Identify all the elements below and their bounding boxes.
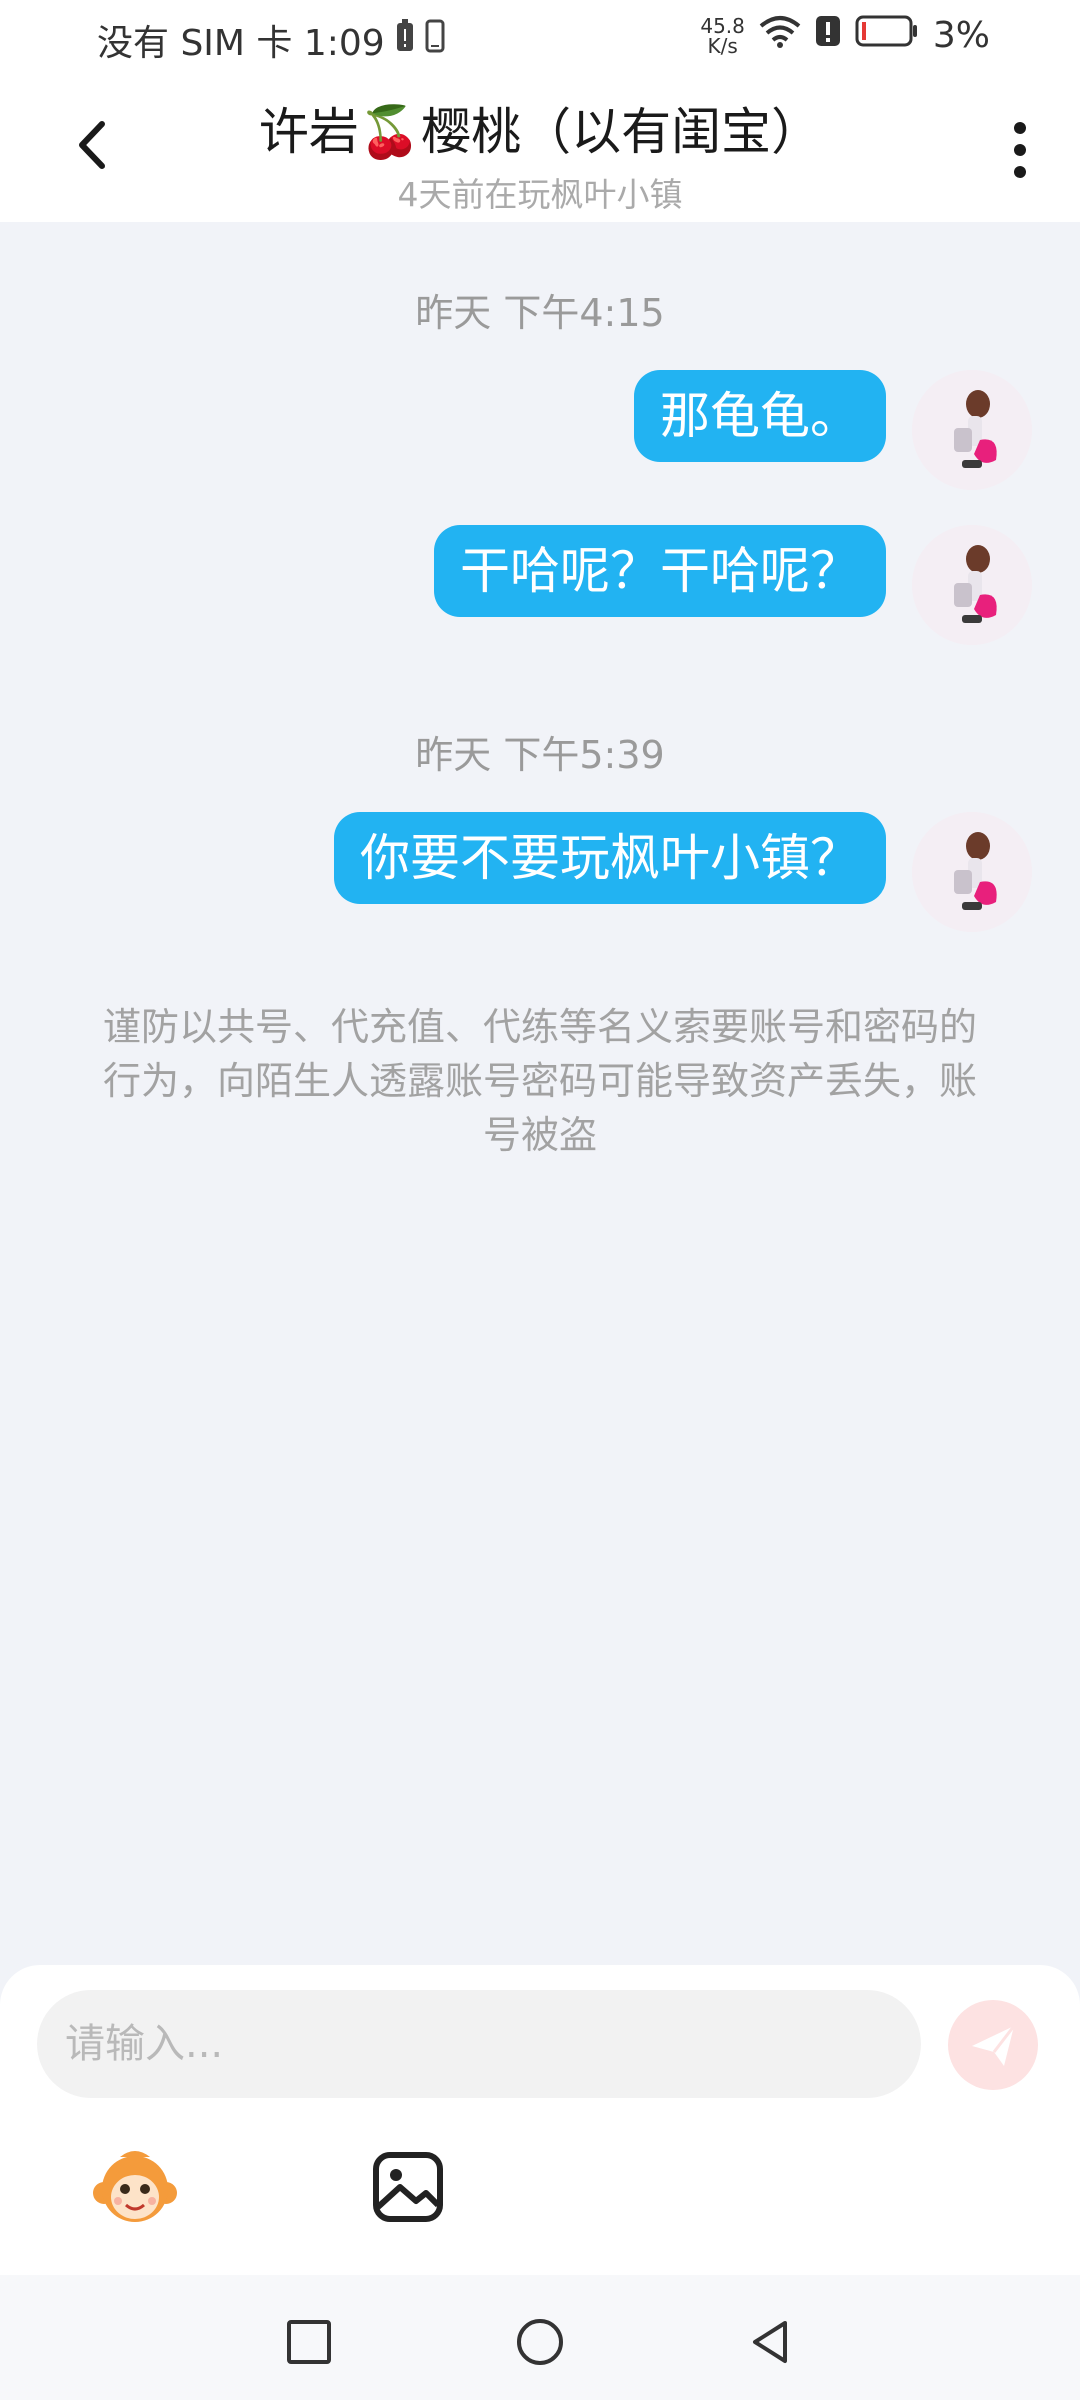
emoji-button[interactable] xyxy=(90,2145,180,2235)
message-row: 你要不要玩枫叶小镇？ xyxy=(334,812,1032,932)
composer-panel xyxy=(0,1965,1080,2275)
home-button[interactable] xyxy=(515,2317,565,2367)
square-icon xyxy=(287,2320,331,2364)
back-button[interactable] xyxy=(60,110,130,180)
status-right: 45.8 K/s 3% xyxy=(700,14,990,57)
title-area: 许岩🍒樱桃（以有闺宝） 4天前在玩枫叶小镇 xyxy=(160,92,920,216)
chat-header: 许岩🍒樱桃（以有闺宝） 4天前在玩枫叶小镇 xyxy=(0,80,1080,222)
image-icon xyxy=(373,2152,443,2222)
send-icon xyxy=(972,2025,1016,2066)
wifi-icon xyxy=(759,14,801,57)
speed-unit: K/s xyxy=(707,33,738,58)
contact-name: 许岩🍒樱桃（以有闺宝） xyxy=(258,103,822,161)
monkey-emoji-icon xyxy=(93,2151,177,2222)
circle-icon xyxy=(517,2319,563,2365)
carrier-time: 没有 SIM 卡 1:09 xyxy=(97,23,385,64)
recent-apps-button[interactable] xyxy=(284,2317,334,2367)
battery-alert-icon xyxy=(395,18,415,62)
message-input[interactable] xyxy=(37,1990,921,2098)
more-options-button[interactable] xyxy=(1000,115,1040,185)
message-row: 干哈呢？干哈呢？ xyxy=(434,525,1032,645)
message-bubble[interactable]: 你要不要玩枫叶小镇？ xyxy=(334,812,886,904)
avatar[interactable] xyxy=(912,370,1032,490)
status-left: 没有 SIM 卡 1:09 xyxy=(97,14,445,66)
message-bubble[interactable]: 干哈呢？干哈呢？ xyxy=(434,525,886,617)
speed-value: 45.8 xyxy=(700,13,745,38)
network-speed: 45.8 K/s xyxy=(700,16,745,56)
more-vertical-icon xyxy=(1014,122,1026,178)
triangle-back-icon xyxy=(753,2321,787,2363)
status-bar: 没有 SIM 卡 1:09 45.8 K/s 3% xyxy=(0,0,1080,80)
message-row: 那龟龟。 xyxy=(634,370,1032,490)
system-nav-bar xyxy=(0,2275,1080,2400)
image-button[interactable] xyxy=(368,2147,448,2227)
battery-percent: 3% xyxy=(932,15,990,56)
chevron-left-icon xyxy=(79,121,105,169)
avatar[interactable] xyxy=(912,812,1032,932)
message-bubble[interactable]: 那龟龟。 xyxy=(634,370,886,462)
security-notice: 谨防以共号、代充值、代练等名义索要账号和密码的行为，向陌生人透露账号密码可能导致… xyxy=(102,1005,977,1157)
timestamp: 昨天 下午4:15 xyxy=(415,291,665,335)
alert-icon xyxy=(815,14,841,57)
avatar[interactable] xyxy=(912,525,1032,645)
phone-icon xyxy=(425,19,445,62)
send-button[interactable] xyxy=(948,2000,1038,2090)
contact-status: 4天前在玩枫叶小镇 xyxy=(397,175,683,214)
system-back-button[interactable] xyxy=(745,2317,795,2367)
timestamp: 昨天 下午5:39 xyxy=(415,733,665,777)
battery-icon xyxy=(855,14,919,57)
